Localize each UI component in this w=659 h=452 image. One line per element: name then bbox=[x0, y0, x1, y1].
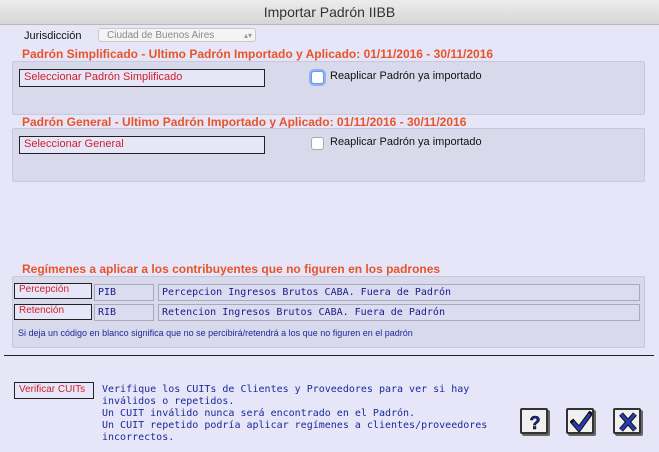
question-icon: ? bbox=[529, 413, 541, 433]
window-title: Importar Padrón IIBB bbox=[263, 4, 396, 20]
retencion-desc-field: Retencion Ingresos Brutos CABA. Fuera de… bbox=[158, 304, 640, 321]
title-bar: Importar Padrón IIBB bbox=[0, 0, 659, 25]
reapply-simplificado-label: Reaplicar Padrón ya importado bbox=[330, 70, 482, 82]
regimenes-note: Si deja un código en blanco significa qu… bbox=[18, 328, 413, 338]
percepcion-code-field[interactable]: PIB bbox=[94, 284, 154, 301]
reapply-general-checkbox[interactable] bbox=[311, 137, 324, 150]
check-icon bbox=[570, 411, 592, 433]
verificar-line: Un CUIT repetido podría aplicar regímene… bbox=[102, 420, 488, 431]
select-simplificado-button[interactable]: Seleccionar Padrón Simplificado bbox=[19, 69, 265, 87]
select-general-button[interactable]: Seleccionar General bbox=[19, 136, 265, 154]
verificar-line: Verifique los CUITs de Clientes y Provee… bbox=[102, 384, 470, 395]
cancel-button[interactable] bbox=[613, 408, 641, 434]
retencion-code-field[interactable]: RIB bbox=[94, 304, 154, 321]
jurisdiccion-label: Jurisdicción bbox=[24, 30, 82, 42]
verificar-line: Un CUIT inválido nunca será encontrado e… bbox=[102, 408, 416, 419]
simplificado-header: Padrón Simplificado - Ultimo Padrón Impo… bbox=[22, 47, 494, 61]
regimenes-header: Regímenes a aplicar a los contribuyentes… bbox=[22, 262, 441, 276]
jurisdiccion-value: Ciudad de Buenos Aires bbox=[107, 30, 215, 41]
verificar-text: Verifique los CUITs de Clientes y Provee… bbox=[102, 384, 487, 444]
svg-text:?: ? bbox=[530, 413, 541, 433]
reapply-simplificado-checkbox[interactable] bbox=[311, 71, 324, 84]
percepcion-button[interactable]: Percepción bbox=[14, 283, 92, 299]
jurisdiccion-select[interactable]: Ciudad de Buenos Aires ▴▾ bbox=[98, 28, 256, 42]
retencion-button[interactable]: Retención bbox=[14, 304, 92, 320]
x-icon bbox=[619, 412, 637, 432]
ok-button[interactable] bbox=[566, 408, 594, 434]
divider bbox=[4, 355, 654, 356]
chevron-updown-icon: ▴▾ bbox=[243, 31, 252, 40]
import-window: Importar Padrón IIBB Jurisdicción Ciudad… bbox=[0, 0, 659, 452]
verificar-line: inválidos o repetidos. bbox=[102, 396, 235, 407]
verificar-line: incorrectos. bbox=[102, 432, 175, 443]
reapply-general-label: Reaplicar Padrón ya importado bbox=[330, 136, 482, 148]
help-button[interactable]: ? bbox=[520, 408, 548, 434]
verificar-cuits-button[interactable]: Verificar CUITs bbox=[14, 382, 94, 399]
general-header: Padrón General - Ultimo Padrón Importado… bbox=[22, 115, 467, 129]
percepcion-desc-field: Percepcion Ingresos Brutos CABA. Fuera d… bbox=[158, 284, 640, 301]
